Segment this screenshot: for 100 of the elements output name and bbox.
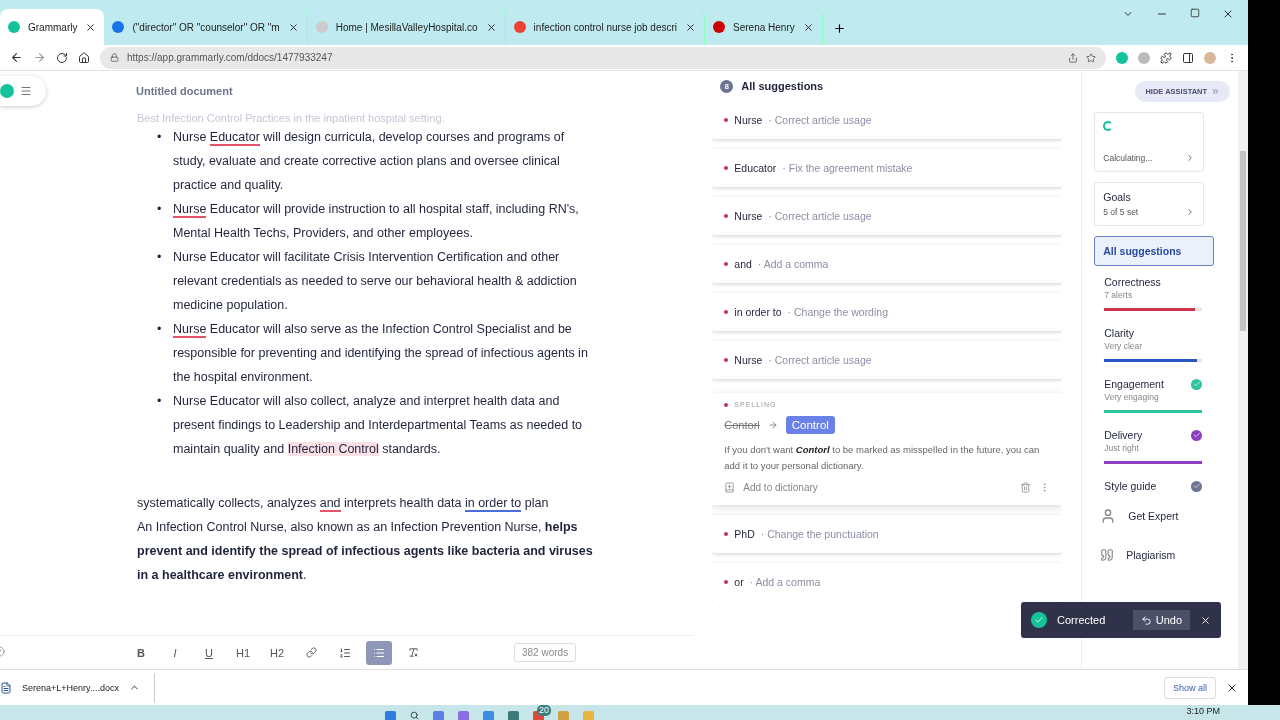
close-icon[interactable] bbox=[1200, 614, 1211, 626]
correction-button[interactable]: Control bbox=[785, 416, 835, 434]
suggestion-hint: · Fix the agreement mistake bbox=[782, 162, 913, 174]
bullet-marker: • bbox=[157, 129, 163, 146]
notification-badge: 20 bbox=[537, 705, 551, 716]
close-icon[interactable] bbox=[1222, 8, 1234, 20]
category-name: Clarity bbox=[1104, 327, 1135, 339]
suggestion-hint: · Correct article usage bbox=[768, 354, 872, 366]
browser-tab[interactable]: ("director" OR "counselor" OR "m bbox=[104, 9, 308, 45]
browser-tab[interactable]: Home | MesillaValleyHospital.co bbox=[307, 9, 506, 45]
alert-dot bbox=[724, 118, 729, 122]
site-icon bbox=[713, 21, 726, 33]
download-item[interactable]: Serena+L+Henry....docx bbox=[0, 672, 155, 703]
all-suggestions-tab[interactable]: All suggestions bbox=[1094, 236, 1215, 266]
browser-tab[interactable]: Serena Henry bbox=[705, 9, 823, 45]
clock: 3:10 PM bbox=[1186, 705, 1220, 717]
bullet-text: Nurse Educator will also serve as the Infection Control Specialist and be responsible for preventing and identifying the spread of infectious agents in the hospital environment. bbox=[173, 321, 589, 386]
category-status: Very engaging bbox=[1104, 392, 1160, 402]
extension-icon[interactable] bbox=[1138, 51, 1150, 64]
browser-tab[interactable]: infection control nurse job descri bbox=[505, 9, 706, 45]
quote-icon bbox=[1100, 548, 1115, 562]
heading-one-button[interactable]: H1 bbox=[230, 640, 256, 665]
bullet-marker: • bbox=[157, 321, 163, 338]
suggestion-card[interactable]: Educator · Fix the agreement mistake bbox=[712, 149, 1063, 187]
expert-link[interactable]: Get Expert bbox=[1128, 510, 1179, 522]
suggestion-card[interactable]: or · Add a comma bbox=[712, 563, 1063, 601]
word-count[interactable]: 382 words bbox=[514, 643, 577, 662]
category-item[interactable]: Clarity Very clear bbox=[1104, 327, 1203, 362]
close-icon[interactable] bbox=[802, 21, 814, 33]
numbered-list-icon bbox=[339, 646, 351, 659]
heading-two-button[interactable]: H2 bbox=[264, 640, 290, 665]
lock-icon bbox=[110, 53, 119, 62]
suggestion-card[interactable]: Nurse · Correct article usage bbox=[712, 101, 1063, 139]
suggestion-card[interactable]: Nurse · Correct article usage bbox=[712, 197, 1063, 235]
category-item[interactable]: Delivery Just right bbox=[1104, 429, 1203, 464]
new-tab-icon[interactable] bbox=[832, 22, 846, 35]
panel-title: All suggestions bbox=[741, 80, 824, 92]
close-icon[interactable] bbox=[85, 21, 97, 33]
bullet-marker: • bbox=[157, 249, 163, 266]
close-icon[interactable] bbox=[685, 21, 697, 33]
alert-dot bbox=[724, 532, 729, 536]
document-icon bbox=[0, 681, 12, 694]
suggestion-card[interactable]: in order to · Change the wording bbox=[712, 293, 1063, 331]
avatar-icon[interactable] bbox=[1204, 51, 1216, 64]
category-name: Engagement bbox=[1104, 378, 1164, 390]
goals-status: 5 of 5 set bbox=[1103, 207, 1139, 217]
browser-tab[interactable]: Grammarly bbox=[0, 9, 105, 45]
category-name: Delivery bbox=[1104, 429, 1143, 441]
paragraph-text: systematically collects, analyzes and interprets health data in order to plan bbox=[137, 495, 550, 514]
reload-icon[interactable] bbox=[56, 51, 68, 64]
suggestion-word: Nurse bbox=[734, 210, 763, 222]
category-status: 7 alerts bbox=[1104, 290, 1134, 300]
clear-format-icon bbox=[407, 647, 419, 658]
address-field[interactable]: https://app.grammarly.com/ddocs/1477933247 bbox=[100, 46, 1106, 69]
suggestion-card[interactable]: Nurse · Correct article usage bbox=[712, 341, 1063, 379]
share-icon[interactable] bbox=[1068, 52, 1078, 63]
alert-dot bbox=[724, 214, 729, 218]
site-icon bbox=[315, 21, 328, 33]
suggestion-hint: · Change the punctuation bbox=[760, 528, 879, 540]
goals-card[interactable]: Goals 5 of 5 set bbox=[1094, 182, 1205, 226]
category-item[interactable]: Engagement Very engaging bbox=[1104, 378, 1203, 413]
start-icon[interactable] bbox=[385, 711, 396, 720]
side-panel-icon[interactable] bbox=[1182, 51, 1194, 64]
check-icon bbox=[1031, 612, 1047, 628]
forward-icon[interactable] bbox=[33, 51, 46, 64]
close-icon[interactable] bbox=[485, 21, 497, 33]
score-card[interactable]: Calculating... bbox=[1094, 112, 1205, 172]
bold-button[interactable]: B bbox=[128, 640, 154, 665]
bullet-list-icon bbox=[373, 646, 385, 659]
alert-dot bbox=[724, 262, 729, 266]
plagiarism-link[interactable]: Plagiarism bbox=[1126, 549, 1176, 561]
suggestion-card[interactable]: and · Add a comma bbox=[712, 245, 1063, 283]
category-item[interactable]: Correctness 7 alerts bbox=[1104, 276, 1203, 311]
trash-icon[interactable] bbox=[1020, 482, 1032, 493]
suggestion-word: Nurse bbox=[734, 354, 763, 366]
suggestion-word: Educator bbox=[734, 162, 777, 174]
category-status: Very clear bbox=[1104, 341, 1144, 351]
bullet-text: Nurse Educator will facilitate Crisis Intervention Certification and other relevant credentials as needed to serve our behavioral health & addiction medicine population. bbox=[173, 249, 578, 314]
suggestion-hint: · Add a comma bbox=[749, 576, 821, 588]
star-icon[interactable] bbox=[1086, 52, 1096, 63]
maximize-icon[interactable] bbox=[1190, 8, 1200, 18]
add-dictionary-link[interactable]: Add to dictionary bbox=[743, 482, 818, 493]
extension-icon[interactable] bbox=[1116, 51, 1128, 64]
site-icon bbox=[112, 21, 125, 33]
bullet-list-button[interactable] bbox=[366, 640, 392, 665]
home-icon[interactable] bbox=[78, 51, 90, 64]
suggestion-word: PhD bbox=[734, 528, 755, 540]
undo-button[interactable]: Undo bbox=[1132, 610, 1190, 630]
italic-button[interactable]: I bbox=[162, 640, 188, 665]
bullet-text: Nurse Educator will design curricula, develop courses and programs of study, evaluate and create corrective action plans and oversee clinical practice and quality. bbox=[173, 129, 566, 194]
suggestion-hint: · Correct article usage bbox=[768, 114, 872, 126]
back-icon[interactable] bbox=[10, 51, 23, 64]
suggestion-card[interactable]: PhD · Change the punctuation bbox=[712, 515, 1063, 553]
goals-title: Goals bbox=[1103, 191, 1132, 203]
close-icon[interactable] bbox=[287, 21, 299, 33]
show-all-button[interactable]: Show all bbox=[1163, 676, 1216, 699]
suggestion-word: or bbox=[734, 576, 744, 588]
puzzle-icon[interactable] bbox=[1160, 51, 1172, 64]
search-icon[interactable] bbox=[410, 711, 419, 720]
underline-button[interactable]: U bbox=[196, 640, 222, 665]
